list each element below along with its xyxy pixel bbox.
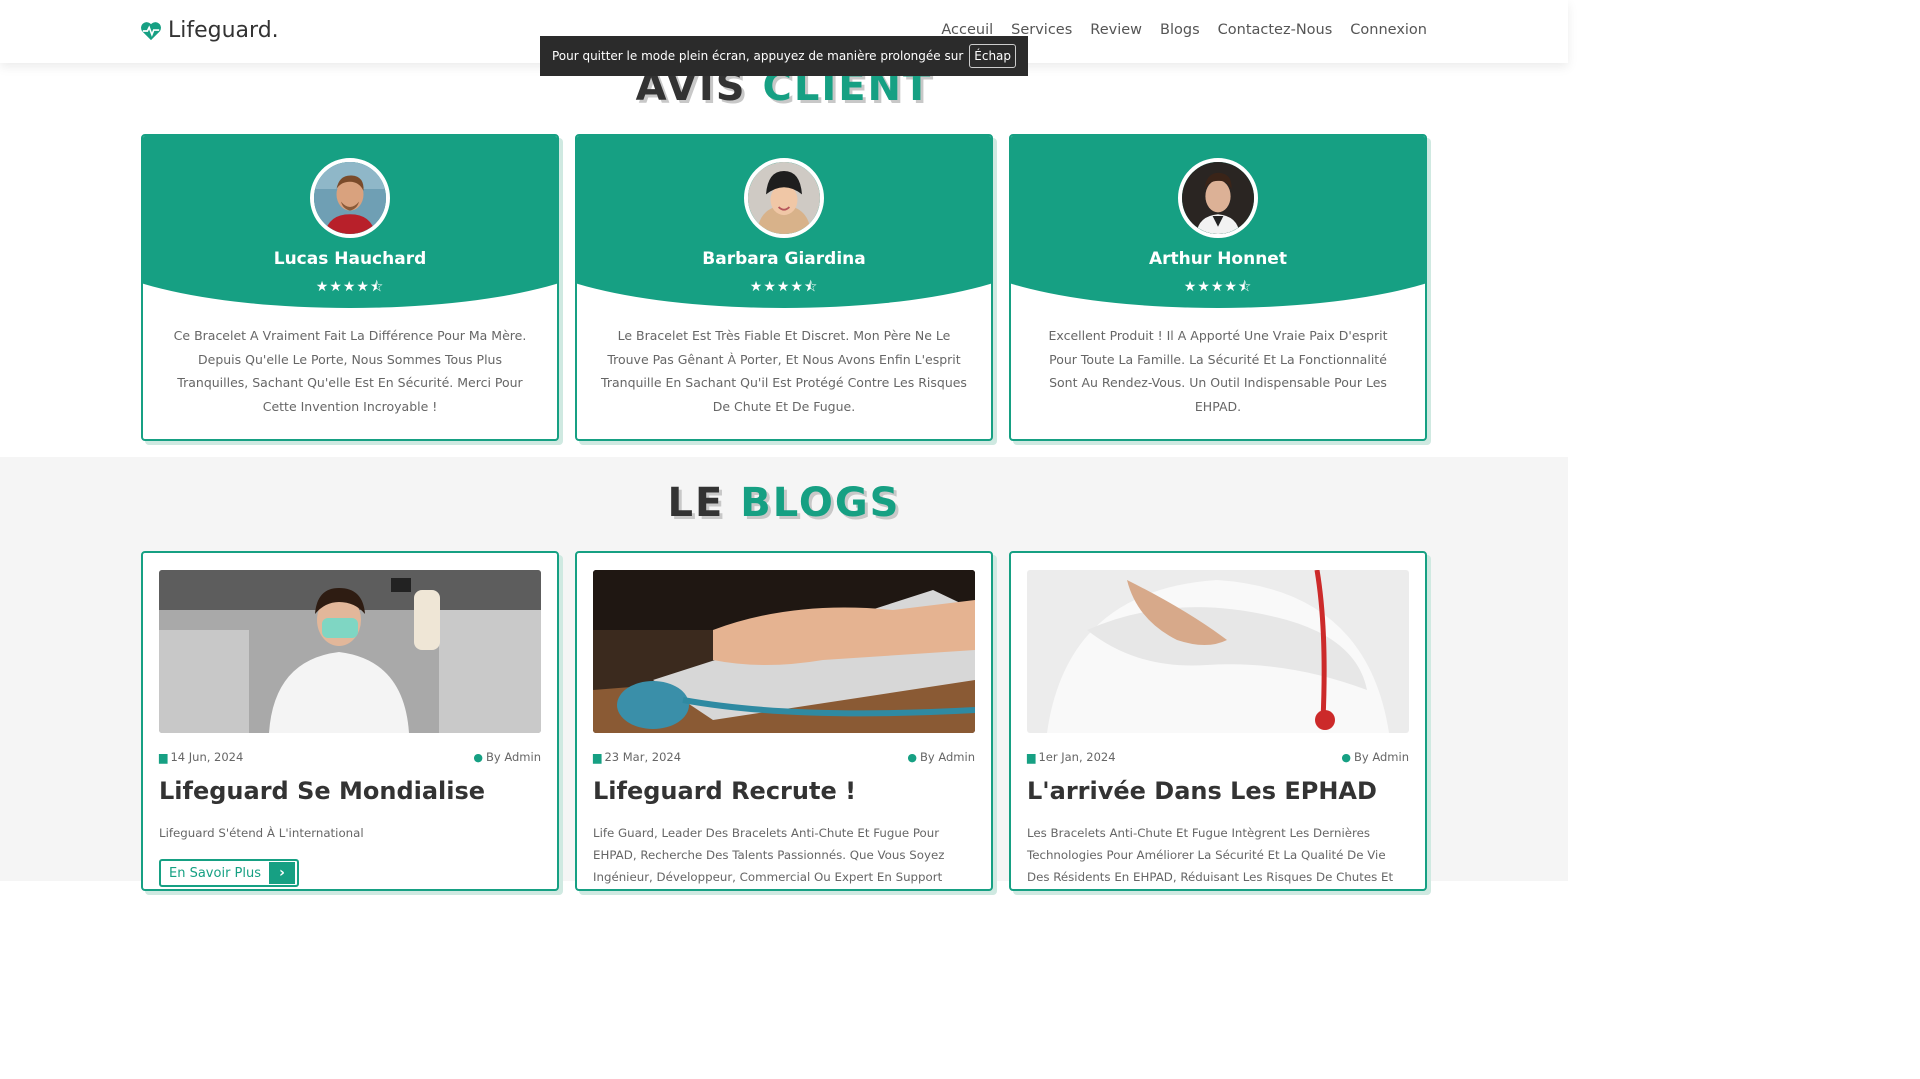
- blog-card: ▆ 1er Jan, 2024 ● By Admin L'arrivée Dans …: [1009, 551, 1427, 891]
- blog-date: 1er Jan, 2024: [1038, 750, 1116, 764]
- blog-description: Life Guard, Leader Des Bracelets Anti-Ch…: [593, 826, 945, 884]
- review-card: Lucas Hauchard ★★★★⯪ Ce Bracelet A Vraim…: [141, 134, 559, 441]
- read-more-button[interactable]: En Savoir Plus ›: [159, 859, 300, 887]
- blog-title[interactable]: L'arrivée Dans Les EPHAD: [1027, 777, 1377, 805]
- nav-contactez-nous[interactable]: Contactez-Nous: [1218, 22, 1333, 38]
- blog-title[interactable]: Lifeguard Recrute !: [593, 777, 856, 805]
- user-icon: ●: [473, 751, 483, 764]
- review-text: Ce Bracelet A Vraiment Fait La Différenc…: [173, 328, 527, 414]
- read-more-label: En Savoir Plus: [169, 865, 262, 881]
- avatar: [744, 158, 824, 238]
- nav-connexion[interactable]: Connexion: [1350, 22, 1427, 38]
- blog-meta: ▆ 1er Jan, 2024 ● By Admin: [1027, 750, 1409, 764]
- review-card: Arthur Honnet ★★★★⯪ Excellent Produit ! …: [1009, 134, 1427, 441]
- nav-review[interactable]: Review: [1090, 22, 1142, 38]
- calendar-icon: ▆: [1027, 751, 1036, 764]
- review-text: Excellent Produit ! Il A Apporté Une Vra…: [1048, 328, 1388, 414]
- calendar-icon: ▆: [593, 751, 602, 764]
- blog-image: [159, 570, 541, 733]
- logo[interactable]: Lifeguard.: [140, 18, 279, 43]
- user-icon: ●: [907, 751, 917, 764]
- avatar: [1178, 158, 1258, 238]
- blog-meta: ▆ 14 Jun, 2024 ● By Admin: [159, 750, 541, 764]
- blog-card: ▆ 14 Jun, 2024 ● By Admin Lifeguard Se Mon…: [141, 551, 559, 891]
- blog-author: By Admin: [485, 750, 541, 764]
- blogs-section-title: Le Blogs: [667, 480, 901, 526]
- blog-date: 23 Mar, 2024: [604, 750, 682, 764]
- review-text: Le Bracelet Est Très Fiable Et Discret. …: [601, 328, 967, 414]
- fullscreen-exit-toast: Pour quitter le mode plein écran, appuye…: [540, 36, 1028, 76]
- reviewer-name: Arthur Honnet: [1149, 249, 1287, 269]
- star-rating: ★★★★⯪: [1183, 279, 1253, 295]
- blog-meta: ▆ 23 Mar, 2024 ● By Admin: [593, 750, 975, 764]
- reviewer-name: Barbara Giardina: [702, 249, 866, 269]
- blog-card: ▆ 23 Mar, 2024 ● By Admin Lifeguard Recrut…: [575, 551, 993, 891]
- blog-author: By Admin: [919, 750, 975, 764]
- chevron-right-icon: ›: [269, 862, 296, 884]
- blog-image: [593, 570, 975, 733]
- blog-date: 14 Jun, 2024: [170, 750, 244, 764]
- escape-key-badge: Échap: [969, 44, 1017, 68]
- user-icon: ●: [1341, 751, 1351, 764]
- calendar-icon: ▆: [159, 751, 168, 764]
- logo-text: Lifeguard.: [168, 18, 279, 43]
- nav-blogs[interactable]: Blogs: [1160, 22, 1200, 38]
- blog-author: By Admin: [1353, 750, 1409, 764]
- star-rating: ★★★★⯪: [749, 279, 819, 295]
- review-card: Barbara Giardina ★★★★⯪ Le Bracelet Est T…: [575, 134, 993, 441]
- reviewer-name: Lucas Hauchard: [273, 249, 427, 269]
- blog-image: [1027, 570, 1409, 733]
- avatar: [310, 158, 390, 238]
- blog-title[interactable]: Lifeguard Se Mondialise: [159, 777, 485, 805]
- heart-pulse-icon: [141, 21, 161, 40]
- blog-description: Les Bracelets Anti-Chute Et Fugue Intègr…: [1027, 826, 1394, 884]
- blog-description: Lifeguard S'étend À L'international: [159, 826, 364, 840]
- star-rating: ★★★★⯪: [315, 279, 385, 295]
- fullscreen-toast-message: Pour quitter le mode plein écran, appuye…: [551, 49, 964, 63]
